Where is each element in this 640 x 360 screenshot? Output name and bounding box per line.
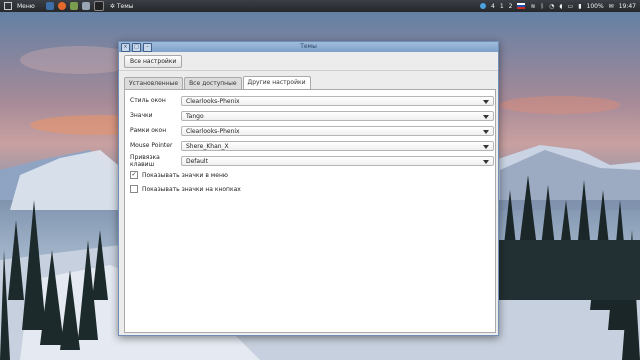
show-menu-icons-label: Показывать значки в меню [142, 171, 228, 179]
keybinding-row: Привязка клавиш Default [130, 153, 495, 168]
clock[interactable]: 19:47 [619, 3, 636, 10]
combo-value: Clearlooks-Phenix [186, 97, 240, 105]
taskbar-item-label: Темы [116, 2, 134, 10]
themes-window: × □ – Темы Все настройки Установленные В… [118, 41, 499, 336]
mouse-pointer-label: Mouse Pointer [130, 142, 173, 149]
window-style-row: Стиль окон Clearlooks-Phenix [130, 95, 495, 106]
files-launcher-icon[interactable] [69, 2, 78, 10]
browser-launcher-icon[interactable] [57, 2, 66, 10]
chevron-down-icon [483, 129, 489, 134]
window-style-label: Стиль окон [130, 97, 166, 104]
combo-value: Default [186, 157, 208, 165]
chevron-down-icon [483, 159, 489, 164]
chevron-down-icon [483, 99, 489, 104]
updates-icon[interactable]: ✉ [609, 3, 614, 10]
taskbar-item-themes[interactable]: ✲ Темы [110, 3, 134, 10]
checkbox-checked[interactable]: ✓ [130, 171, 138, 179]
system-tray: 4 1 2 ≋ ᛒ ◔ ◖ ▭ ▮ 100% ✉ 19:47 [479, 0, 640, 12]
show-button-icons-checkbox[interactable]: Показывать значки на кнопках [130, 185, 241, 193]
window-style-combo[interactable]: Clearlooks-Phenix [181, 95, 494, 106]
terminal-launcher-icon[interactable] [93, 1, 104, 11]
mouse-pointer-row: Mouse Pointer Shere_Khan_X [130, 140, 495, 151]
keyboard-layout-flag-icon[interactable] [517, 3, 526, 9]
clipboard-icon[interactable]: ▭ [568, 3, 574, 10]
show-button-icons-label: Показывать значки на кнопках [142, 185, 241, 193]
top-panel: Меню ✲ Темы 4 1 2 ≋ ᛒ ◔ ◖ ▭ ▮ 100% ✉ 19:… [0, 0, 640, 12]
keybinding-label: Привязка клавиш [130, 153, 160, 168]
battery-icon[interactable]: ▮ [578, 3, 581, 10]
tools-icon: ✲ [109, 2, 115, 10]
menu-icon[interactable] [4, 2, 12, 10]
workspace-2[interactable]: 1 [500, 3, 504, 10]
keybinding-combo[interactable]: Default [181, 155, 494, 166]
window-titlebar[interactable]: × □ – Темы [119, 42, 498, 52]
all-settings-button[interactable]: Все настройки [124, 54, 183, 68]
notification-icon[interactable] [479, 3, 486, 9]
network-icon[interactable]: ≋ [530, 3, 535, 10]
window-toolbar: Все настройки [119, 52, 498, 71]
desktop-launcher-icon[interactable] [45, 2, 54, 10]
chevron-down-icon [483, 144, 489, 149]
chevron-down-icon [483, 114, 489, 119]
combo-value: Clearlooks-Phenix [186, 127, 240, 135]
bluetooth-icon[interactable]: ᛒ [541, 3, 545, 10]
volume-icon[interactable]: ◖ [559, 3, 562, 10]
wifi-icon[interactable]: ◔ [549, 3, 554, 10]
settings-launcher-icon[interactable] [81, 2, 90, 10]
icons-combo[interactable]: Tango [181, 110, 494, 121]
other-settings-panel: Стиль окон Clearlooks-Phenix Значки Tang… [124, 89, 496, 333]
window-borders-combo[interactable]: Clearlooks-Phenix [181, 125, 494, 136]
window-borders-label: Рамки окон [130, 127, 167, 134]
icons-label: Значки [130, 112, 153, 119]
icons-row: Значки Tango [130, 110, 495, 121]
workspace-1[interactable]: 4 [491, 3, 495, 10]
combo-value: Tango [186, 112, 204, 120]
mouse-pointer-combo[interactable]: Shere_Khan_X [181, 140, 494, 151]
window-title: Темы [300, 43, 317, 50]
workspace-3[interactable]: 2 [509, 3, 513, 10]
battery-level: 100% [586, 2, 604, 10]
menu-button[interactable]: Меню [14, 3, 38, 10]
show-menu-icons-checkbox[interactable]: ✓ Показывать значки в меню [130, 171, 228, 179]
checkbox-unchecked[interactable] [130, 185, 138, 193]
combo-value: Shere_Khan_X [186, 142, 229, 150]
window-borders-row: Рамки окон Clearlooks-Phenix [130, 125, 495, 136]
